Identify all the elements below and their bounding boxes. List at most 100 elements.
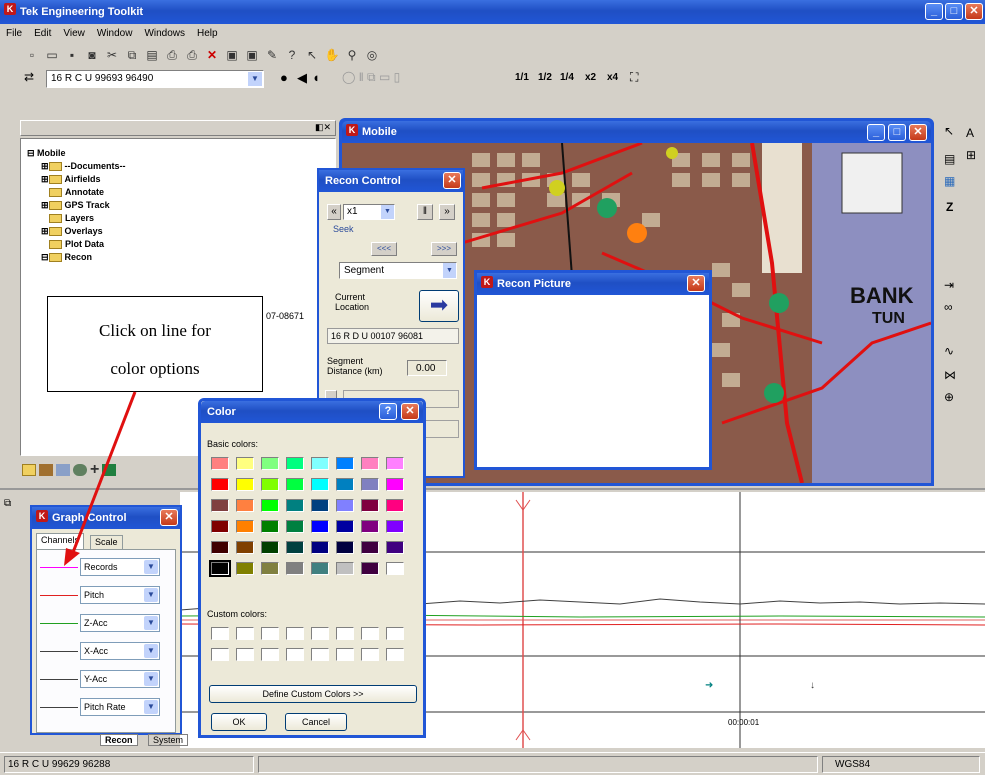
locate-icon[interactable]: ⇄ [24,70,34,84]
color-swatch[interactable] [336,520,354,533]
graph-control-close-button[interactable]: ✕ [160,509,178,526]
recon-picture-close-button[interactable]: ✕ [687,275,705,292]
tree-item-airfields[interactable]: ⊞ Airfields [27,173,126,186]
pan-icon[interactable]: ✋ [323,46,341,64]
menu-window[interactable]: Window [97,28,133,39]
custom-color-swatch[interactable] [286,627,304,640]
channel-color-line[interactable] [40,679,78,680]
color-swatch[interactable] [386,457,404,470]
custom-color-swatch[interactable] [361,648,379,661]
delete-icon[interactable]: ✕ [203,46,221,64]
stamp-tool-icon[interactable]: ⊞ [966,148,976,162]
tree-root[interactable]: ⊟ Mobile [27,147,126,160]
channel-select[interactable]: Pitch Rate ▼ [80,698,160,716]
pause-button[interactable]: ‖ [417,204,433,220]
menu-help[interactable]: Help [197,28,218,39]
menu-windows[interactable]: Windows [144,28,185,39]
cancel-button[interactable]: Cancel [285,713,347,731]
color-swatch[interactable] [386,562,404,575]
tree-item-annotate[interactable]: Annotate [27,186,126,199]
color-swatch[interactable] [361,457,379,470]
goto-location-button[interactable]: ➡ [419,290,459,322]
custom-color-swatch[interactable] [286,648,304,661]
cut-icon[interactable]: ✂ [103,46,121,64]
maximize-button[interactable]: □ [945,3,963,20]
z-tool-icon[interactable]: Z [946,200,953,214]
custom-color-swatch[interactable] [236,627,254,640]
panel-close-icon[interactable]: ◧✕ [315,122,331,133]
color-swatch[interactable] [286,541,304,554]
menu-view[interactable]: View [63,28,85,39]
color-swatch[interactable] [336,499,354,512]
color-swatch[interactable] [311,499,329,512]
zoom-icon[interactable]: ⚲ [343,46,361,64]
tree-item-recon[interactable]: ⊟ Recon [27,251,126,264]
color-swatch[interactable] [361,541,379,554]
tree-item-layers[interactable]: Layers [27,212,126,225]
color-swatch[interactable] [311,541,329,554]
custom-color-swatch[interactable] [336,648,354,661]
print-preview-icon[interactable]: ⎙ [183,46,201,64]
color-swatch[interactable] [336,562,354,575]
tab-scale[interactable]: Scale [90,535,123,549]
grid-tool-icon[interactable]: ▦ [944,174,955,188]
color-swatch[interactable] [311,562,329,575]
paste-icon[interactable]: ▤ [143,46,161,64]
color-swatch[interactable] [211,478,229,491]
color-swatch[interactable] [361,478,379,491]
custom-color-swatch[interactable] [386,627,404,640]
channel-color-line[interactable] [40,707,78,708]
close-button[interactable]: ✕ [965,3,983,20]
speed-dropdown[interactable]: x1 ▼ [343,204,395,220]
pencil-icon[interactable]: ✎ [263,46,281,64]
pin-tool-icon[interactable]: ⇥ [944,278,954,292]
zoom-x4[interactable]: x4 [607,72,618,83]
target-tool-icon[interactable]: ⊕ [944,390,954,404]
custom-color-swatch[interactable] [261,627,279,640]
color-swatch[interactable] [336,541,354,554]
wave-tool-icon[interactable]: ∿ [944,344,954,358]
folder-tab-icon[interactable] [22,464,36,476]
channel-select[interactable]: Records ▼ [80,558,160,576]
back-icon[interactable]: ◀ [297,70,307,86]
minimize-button[interactable]: _ [925,3,943,20]
channel-select[interactable]: Z-Acc ▼ [80,614,160,632]
disk-icon[interactable]: ◙ [83,46,101,64]
layers-tool-icon[interactable]: ▤ [944,152,955,166]
tab-system[interactable]: System [148,734,189,746]
color-swatch[interactable] [336,457,354,470]
color-swatch[interactable] [209,560,231,577]
help-icon[interactable]: ? [283,46,301,64]
channel-select[interactable]: Y-Acc ▼ [80,670,160,688]
link-tool-icon[interactable]: ∞ [944,300,953,314]
color-help-button[interactable]: ? [379,403,397,420]
mode-dropdown[interactable]: Segment ▼ [339,262,457,279]
color-swatch[interactable] [211,499,229,512]
custom-color-swatch[interactable] [211,648,229,661]
mobile-maximize-button[interactable]: □ [888,124,906,141]
zoom-x2[interactable]: x2 [585,72,596,83]
channel-color-line[interactable] [40,651,78,652]
record-icon[interactable]: ● [280,70,288,85]
tab-channels[interactable]: Channels [36,533,85,549]
text-tool-icon[interactable]: A [966,126,974,140]
ok-button[interactable]: OK [211,713,267,731]
color-close-button[interactable]: ✕ [401,403,419,420]
zoom-1-4[interactable]: 1/4 [560,72,574,83]
color-swatch[interactable] [261,541,279,554]
custom-color-swatch[interactable] [236,648,254,661]
forward-button[interactable]: » [439,204,455,220]
channel-select[interactable]: X-Acc ▼ [80,642,160,660]
color-swatch[interactable] [261,520,279,533]
color-swatch[interactable] [236,457,254,470]
pointer-icon[interactable]: ↖ [303,46,321,64]
tree-item-documents[interactable]: ⊞ --Documents-- [27,160,126,173]
custom-color-swatch[interactable] [311,627,329,640]
segment-distance-field[interactable]: 0.00 [407,360,447,376]
color-swatch[interactable] [261,562,279,575]
mobile-close-button[interactable]: ✕ [909,124,927,141]
color-swatch[interactable] [236,520,254,533]
custom-color-swatch[interactable] [386,648,404,661]
custom-color-swatch[interactable] [336,627,354,640]
channel-color-line[interactable] [40,567,78,568]
